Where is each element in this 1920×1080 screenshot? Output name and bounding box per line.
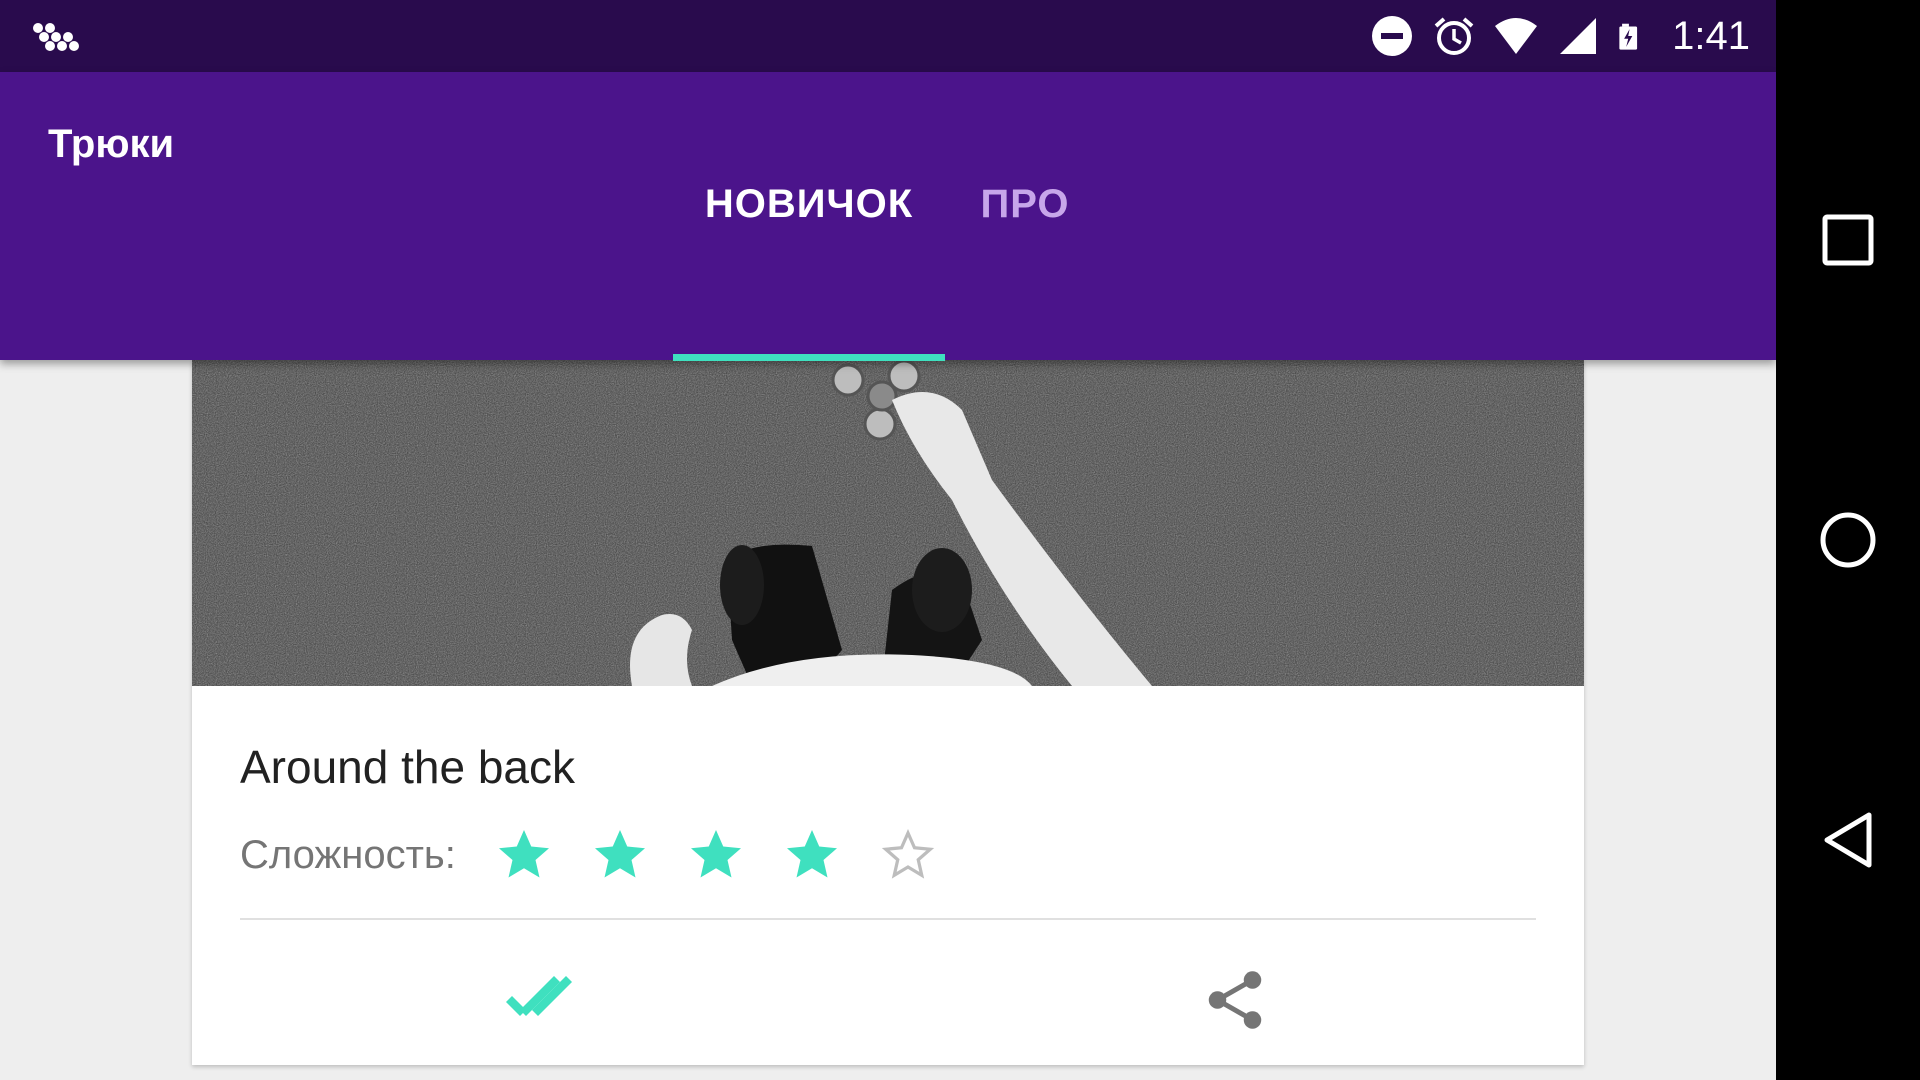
star-filled-icon: [668, 815, 764, 895]
thumbnail-picture: [192, 360, 1584, 686]
star-filled-icon: [764, 815, 860, 895]
home-icon: [1820, 512, 1876, 568]
back-icon: [1824, 812, 1872, 868]
recents-icon: [1822, 214, 1874, 266]
share-button[interactable]: [1195, 960, 1275, 1040]
done-all-icon: [506, 976, 572, 1016]
share-icon: [1208, 971, 1262, 1029]
app-notification-icon: [33, 23, 79, 51]
battery-charging-icon: [1619, 23, 1638, 50]
star-empty-icon: [860, 815, 956, 895]
app-title: Трюки: [48, 122, 175, 166]
alarm-icon: [1434, 17, 1474, 55]
tab-novice-label: НОВИЧОК: [704, 182, 914, 226]
signal-icon: [1560, 18, 1597, 54]
status-clock: 1:41: [1672, 13, 1750, 58]
wifi-icon: [1495, 18, 1538, 54]
home-button[interactable]: [1798, 490, 1898, 590]
star-filled-icon: [572, 815, 668, 895]
app-screen: 1:41 Трюки НОВИЧОК ПРО Around the back С…: [0, 0, 1776, 1080]
recents-button[interactable]: [1798, 190, 1898, 290]
status-icons: 1:41: [1370, 0, 1750, 72]
card-divider: [240, 918, 1536, 920]
star-filled-icon: [476, 815, 572, 895]
navigation-bar: [1776, 0, 1920, 1080]
status-bar: 1:41: [0, 0, 1776, 72]
do-not-disturb-icon: [1372, 16, 1413, 56]
tab-novice[interactable]: НОВИЧОК: [673, 182, 945, 360]
trick-title: Around the back: [240, 741, 576, 793]
difficulty-row: Сложность:: [240, 815, 956, 895]
trick-video-thumbnail[interactable]: [192, 360, 1584, 686]
tab-pro[interactable]: ПРО: [945, 182, 1105, 360]
app-bar: Трюки НОВИЧОК ПРО: [0, 72, 1776, 361]
trick-card[interactable]: Around the back Сложность:: [192, 360, 1584, 1065]
tab-indicator: [673, 354, 945, 361]
difficulty-label: Сложность:: [240, 832, 456, 877]
back-button[interactable]: [1798, 790, 1898, 890]
mark-learned-button[interactable]: [500, 960, 580, 1040]
tab-pro-label: ПРО: [980, 182, 1070, 226]
